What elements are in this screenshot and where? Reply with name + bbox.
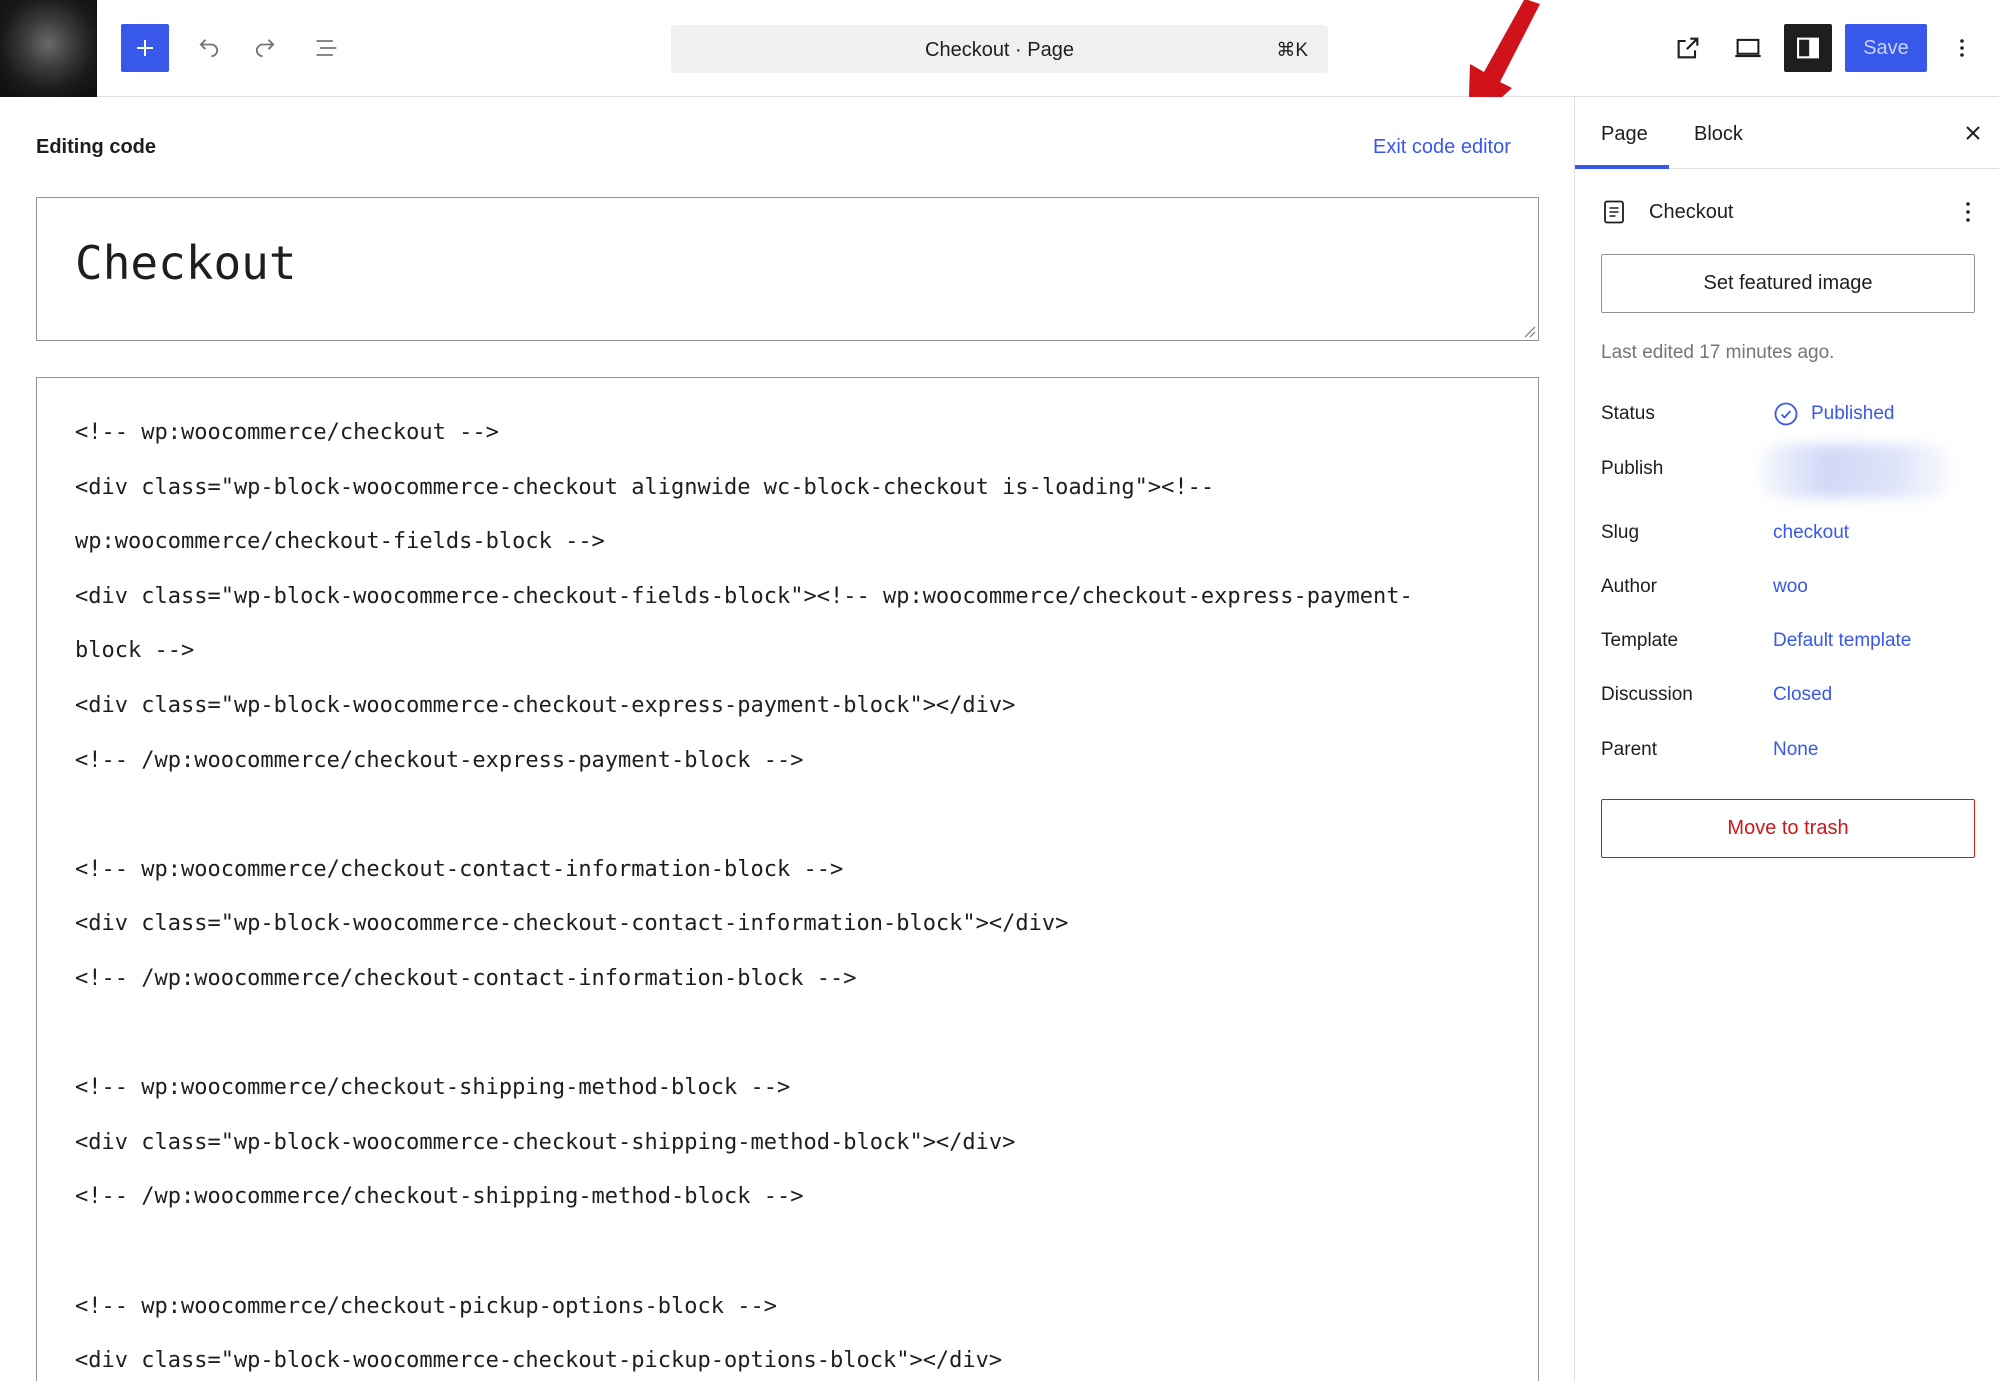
- external-link-icon: [1677, 37, 1699, 59]
- code-line: <div class="wp-block-woocommerce-checkou…: [75, 692, 1016, 718]
- code-line: block -->: [75, 638, 195, 664]
- status-row: Status Published: [1601, 402, 1975, 433]
- editor-header: Checkout · Page ⌘K Save: [0, 0, 1999, 97]
- tab-block[interactable]: Block: [1694, 123, 1743, 146]
- slug-row: Slug checkout: [1601, 522, 1975, 552]
- code-line: <div class="wp-block-woocommerce-checkou…: [75, 1348, 1003, 1374]
- post-title: Checkout: [75, 236, 297, 290]
- preview-button[interactable]: [1724, 24, 1772, 72]
- publish-row: Publish: [1601, 444, 1975, 498]
- discussion-row: Discussion Closed: [1601, 684, 1975, 714]
- code-line: <!-- wp:woocommerce/checkout-pickup-opti…: [75, 1293, 777, 1319]
- post-title-textarea[interactable]: Checkout: [36, 197, 1539, 341]
- code-line: <!-- /wp:woocommerce/checkout-contact-in…: [75, 965, 857, 991]
- author-row: Author woo: [1601, 576, 1975, 606]
- page-icon: [1604, 200, 1624, 224]
- settings-sidebar: Page Block Checkout Set featured image L…: [1574, 97, 1999, 1381]
- site-logo-icon[interactable]: [0, 0, 97, 97]
- list-view-icon: [316, 40, 337, 56]
- publish-label: Publish: [1601, 458, 1664, 479]
- settings-toggle-button[interactable]: [1784, 24, 1832, 72]
- block-inserter-button[interactable]: [121, 24, 169, 72]
- code-line: <div class="wp-block-woocommerce-checkou…: [75, 583, 1413, 609]
- template-row: Template Default template: [1601, 630, 1975, 660]
- code-content: <!-- wp:woocommerce/checkout --> <div cla…: [75, 418, 1413, 1381]
- editing-code-label: Editing code: [36, 136, 156, 158]
- status-value[interactable]: Published: [1811, 403, 1894, 425]
- slug-label: Slug: [1601, 522, 1640, 543]
- code-line: <div class="wp-block-woocommerce-checkou…: [75, 911, 1069, 937]
- undo-button[interactable]: [185, 24, 233, 72]
- author-label: Author: [1601, 576, 1657, 597]
- code-line: <!-- wp:woocommerce/checkout-shipping-me…: [75, 1075, 791, 1101]
- move-to-trash-button[interactable]: Move to trash: [1601, 799, 1975, 858]
- sidebar-toggle-icon: [1797, 37, 1819, 59]
- author-value[interactable]: woo: [1773, 576, 1808, 598]
- code-line: <!-- /wp:woocommerce/checkout-express-pa…: [75, 747, 804, 773]
- document-actions-button[interactable]: [1955, 197, 1981, 227]
- parent-label: Parent: [1601, 739, 1657, 760]
- redo-icon: [255, 39, 275, 58]
- more-vertical-icon: [1966, 202, 1970, 222]
- discussion-value[interactable]: Closed: [1773, 684, 1832, 706]
- parent-value[interactable]: None: [1773, 739, 1818, 761]
- code-line: <!-- /wp:woocommerce/checkout-shipping-m…: [75, 1184, 804, 1210]
- undo-icon: [199, 39, 219, 58]
- parent-row: Parent None: [1601, 739, 1975, 769]
- document-title-label: Checkout: [1649, 201, 1734, 223]
- publish-date-value[interactable]: [1761, 444, 1951, 498]
- view-page-button[interactable]: [1664, 24, 1712, 72]
- post-content-textarea[interactable]: <!-- wp:woocommerce/checkout --> <div cla…: [36, 377, 1539, 1381]
- code-editor: Editing code Exit code editor Checkout <…: [0, 97, 1574, 1381]
- code-line: wp:woocommerce/checkout-fields-block -->: [75, 529, 605, 555]
- plus-icon: [137, 40, 153, 56]
- sidebar-tabs: Page Block: [1575, 97, 1999, 169]
- command-shortcut: ⌘K: [1276, 40, 1308, 61]
- options-button[interactable]: [1938, 24, 1986, 72]
- document-card: Checkout: [1601, 197, 1981, 229]
- active-tab-indicator: [1575, 165, 1669, 169]
- close-settings-button[interactable]: [1957, 117, 1989, 149]
- template-value[interactable]: Default template: [1773, 630, 1911, 652]
- code-line: <div class="wp-block-woocommerce-checkou…: [75, 474, 1215, 500]
- tab-page[interactable]: Page: [1601, 123, 1648, 146]
- set-featured-image-button[interactable]: Set featured image: [1601, 254, 1975, 313]
- code-line: <!-- wp:woocommerce/checkout-contact-inf…: [75, 856, 844, 882]
- document-overview-button[interactable]: [303, 24, 351, 72]
- published-check-icon: [1774, 402, 1798, 426]
- template-label: Template: [1601, 630, 1679, 651]
- resize-grip-icon[interactable]: [1522, 324, 1536, 338]
- exit-code-editor-button[interactable]: Exit code editor: [1373, 136, 1511, 159]
- code-line: <div class="wp-block-woocommerce-checkou…: [75, 1129, 1016, 1155]
- status-label: Status: [1601, 403, 1655, 424]
- save-button[interactable]: Save: [1845, 24, 1927, 72]
- desktop-preview-icon: [1735, 38, 1761, 58]
- slug-value[interactable]: checkout: [1773, 522, 1849, 544]
- redo-button[interactable]: [241, 24, 289, 72]
- command-palette-bar[interactable]: Checkout · Page ⌘K: [671, 25, 1328, 73]
- more-vertical-icon: [1960, 39, 1964, 57]
- last-edited-text: Last edited 17 minutes ago.: [1601, 342, 1835, 363]
- code-line: <!-- wp:woocommerce/checkout -->: [75, 420, 499, 445]
- discussion-label: Discussion: [1601, 684, 1693, 705]
- close-icon: [1966, 126, 1980, 140]
- document-title: Checkout · Page: [925, 39, 1074, 61]
